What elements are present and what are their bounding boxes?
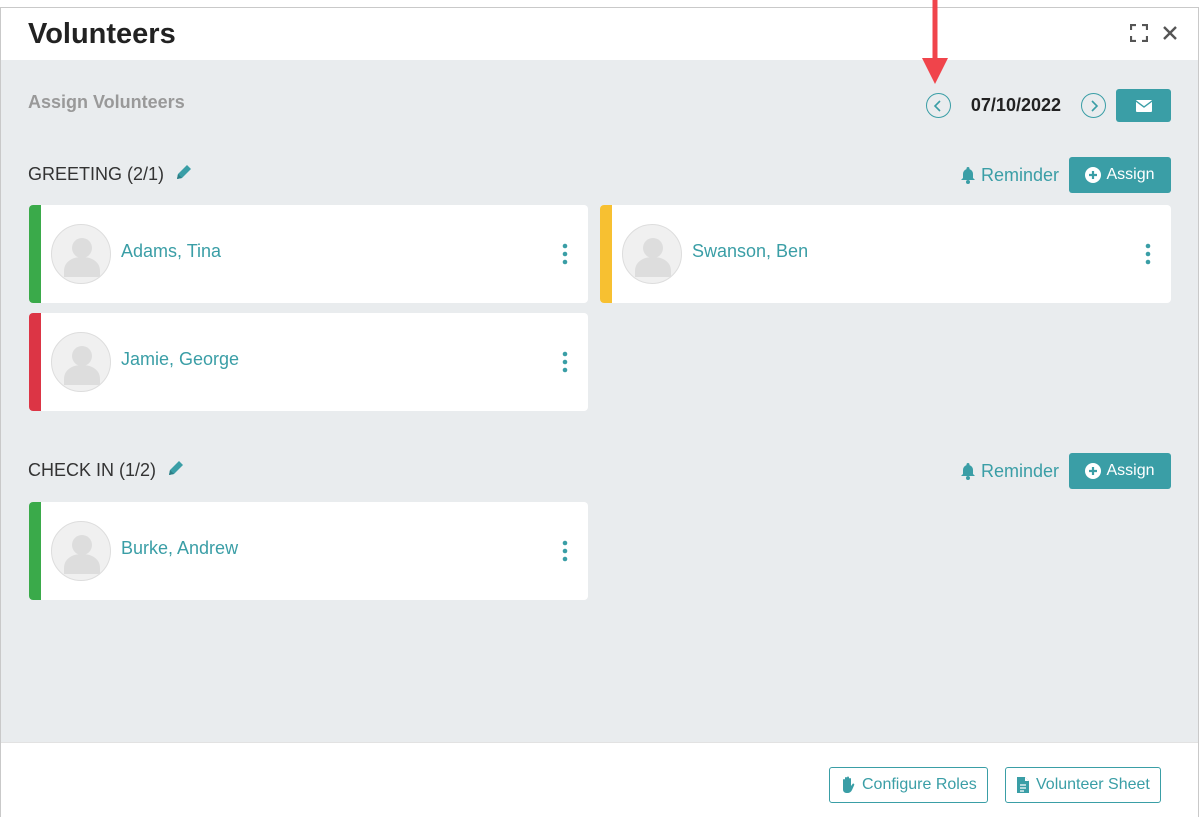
volunteer-sheet-button[interactable]: Volunteer Sheet [1005, 767, 1161, 803]
avatar [51, 521, 111, 581]
volunteer-card[interactable]: Swanson, Ben [600, 205, 1171, 303]
volunteer-card[interactable]: Burke, Andrew [29, 502, 588, 600]
section-title-check-in: CHECK IN (1/2) [28, 458, 186, 483]
assign-button[interactable]: Assign [1069, 157, 1171, 193]
section-actions-check-in: Reminder Assign [959, 453, 1171, 489]
close-icon[interactable] [1162, 25, 1178, 45]
modal-body: Assign Volunteers 07/10/2022 GREETING (2… [1, 60, 1198, 742]
avatar [622, 224, 682, 284]
date-navigator: 07/10/2022 [925, 89, 1171, 122]
bell-icon [960, 463, 975, 480]
volunteer-sheet-label: Volunteer Sheet [1036, 776, 1150, 793]
configure-roles-button[interactable]: Configure Roles [829, 767, 988, 803]
volunteer-card[interactable]: Jamie, George [29, 313, 588, 411]
volunteer-name[interactable]: Swanson, Ben [692, 241, 808, 262]
plus-circle-icon [1085, 167, 1102, 183]
assign-label: Assign [1106, 462, 1155, 479]
next-date-button[interactable] [1081, 93, 1106, 118]
more-options-icon[interactable] [1143, 243, 1153, 265]
pencil-icon[interactable] [166, 458, 186, 483]
header-icons [1129, 23, 1178, 46]
page-subtitle: Assign Volunteers [28, 92, 185, 112]
annotation-arrow [922, 0, 948, 84]
volunteer-card[interactable]: Adams, Tina [29, 205, 588, 303]
status-bar [29, 313, 41, 411]
section-actions-greeting: Reminder Assign [959, 157, 1171, 193]
status-bar [29, 205, 41, 303]
bell-icon [960, 167, 975, 184]
section-label: CHECK IN (1/2) [28, 460, 157, 480]
configure-roles-label: Configure Roles [862, 776, 977, 793]
section-label: GREETING (2/1) [28, 164, 165, 184]
section-title-greeting: GREETING (2/1) [28, 162, 194, 187]
modal-header: Volunteers [1, 8, 1198, 60]
reminder-button[interactable]: Reminder [959, 461, 1059, 482]
more-options-icon[interactable] [560, 540, 570, 562]
avatar [51, 332, 111, 392]
chevron-right-icon [1090, 99, 1098, 112]
assign-label: Assign [1106, 166, 1155, 183]
reminder-button[interactable]: Reminder [959, 165, 1059, 186]
status-bar [600, 205, 612, 303]
current-date: 07/10/2022 [970, 95, 1061, 115]
volunteer-name[interactable]: Adams, Tina [121, 241, 221, 262]
email-button[interactable] [1116, 89, 1171, 122]
pencil-icon[interactable] [174, 162, 194, 187]
status-bar [29, 502, 41, 600]
plus-circle-icon [1085, 463, 1102, 479]
envelope-icon [1135, 99, 1152, 112]
reminder-label: Reminder [980, 460, 1059, 481]
modal-title: Volunteers [28, 18, 176, 50]
reminder-label: Reminder [980, 164, 1059, 185]
chevron-left-icon [934, 99, 941, 112]
more-options-icon[interactable] [560, 243, 570, 265]
more-options-icon[interactable] [560, 351, 570, 373]
previous-date-button[interactable] [925, 93, 951, 118]
avatar [51, 224, 111, 284]
volunteers-modal: Volunteers Assign Volunteers 07/10/2022 [0, 7, 1199, 817]
assign-button[interactable]: Assign [1069, 453, 1171, 489]
document-icon [1017, 777, 1029, 793]
modal-footer: Configure Roles Volunteer Sheet [1, 742, 1198, 817]
hand-icon [843, 776, 855, 793]
volunteer-name[interactable]: Jamie, George [121, 349, 239, 370]
volunteer-name[interactable]: Burke, Andrew [121, 538, 238, 559]
expand-icon[interactable] [1129, 23, 1149, 46]
